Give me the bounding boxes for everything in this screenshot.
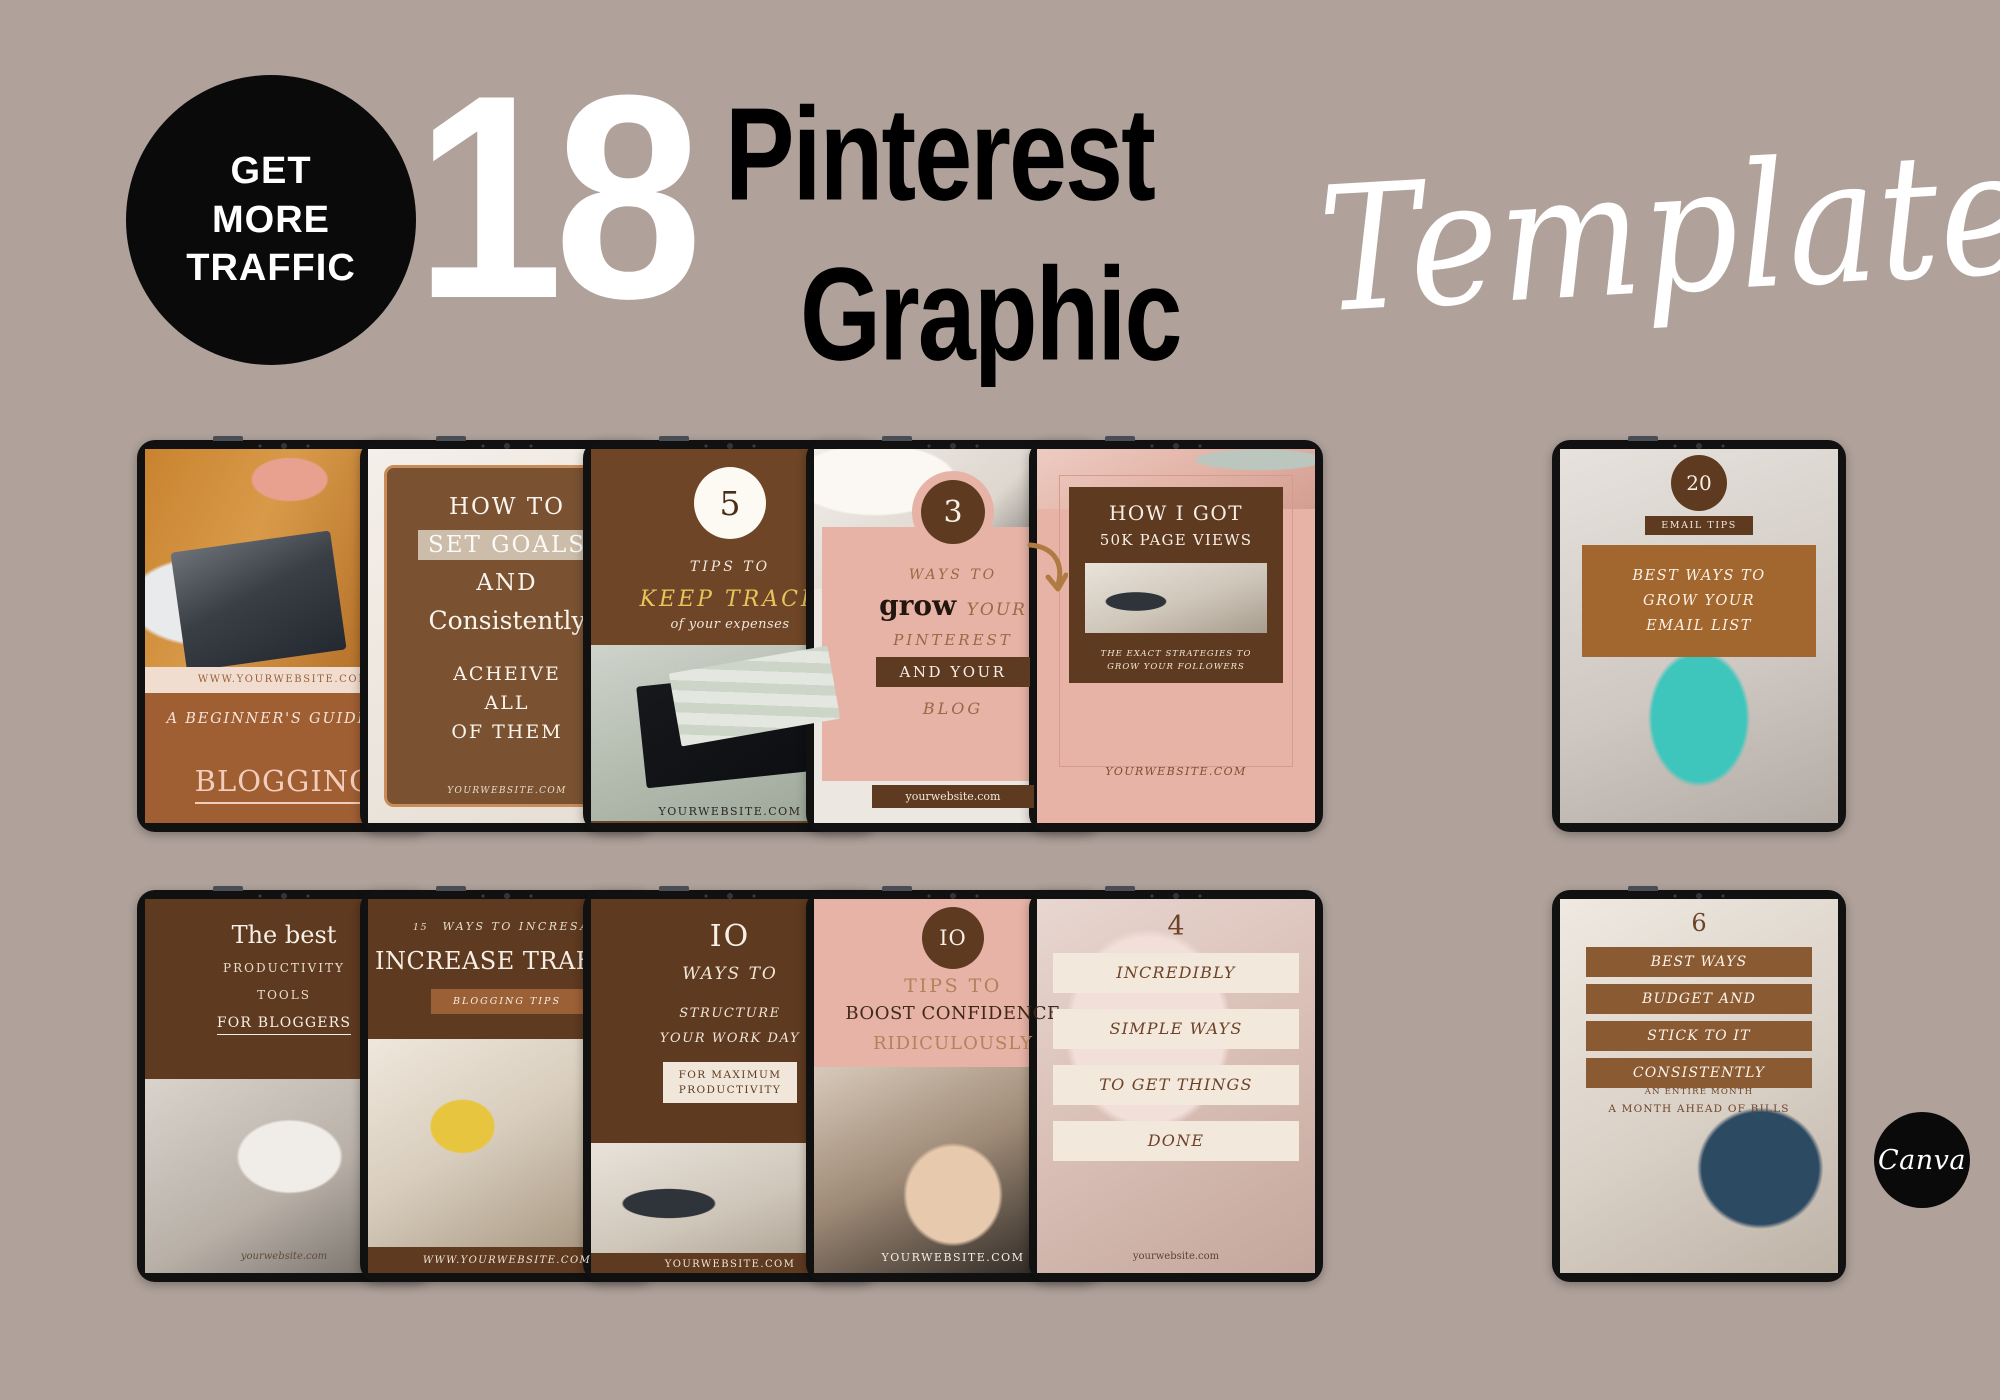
template-row-1: WWW.YOURWEBSITE.COM A BEGINNER'S GUIDE T… bbox=[0, 436, 2000, 840]
brown-panel: HOW I GOT 50K PAGE VIEWS THE EXACT STRAT… bbox=[1069, 487, 1283, 683]
bar-item: BUDGET AND bbox=[1586, 984, 1812, 1014]
line-ridiculously: RIDICULOUSLY bbox=[872, 1033, 1034, 1054]
photo-laptop bbox=[1085, 563, 1267, 633]
get-more-traffic-badge: GET MORE TRAFFIC bbox=[126, 75, 416, 365]
badge-line-1: GET bbox=[230, 150, 312, 193]
line-tips-to: TIPS TO bbox=[904, 975, 1002, 997]
line-50k-page-views: 50K PAGE VIEWS bbox=[1099, 531, 1253, 549]
eyebrow-text: WAYS TO INCRESAE bbox=[442, 920, 602, 933]
number-value: IO bbox=[939, 926, 967, 950]
bars-list: BEST WAYS BUDGET AND STICK TO IT CONSIST… bbox=[1586, 947, 1812, 1088]
bar-item: INCREDIBLY bbox=[1053, 953, 1299, 993]
orange-panel: BEST WAYS TO GROW YOUR EMAIL LIST bbox=[1582, 545, 1816, 657]
number-value: 3 bbox=[943, 494, 963, 530]
bar-label: BUDGET AND bbox=[1641, 991, 1757, 1007]
number-circle: 5 bbox=[694, 467, 766, 539]
badge-line-3: TRAFFIC bbox=[186, 247, 356, 290]
tablet-budget-stick-to-it[interactable]: 6 BEST WAYS BUDGET AND STICK TO IT CONSI… bbox=[1552, 886, 1846, 1282]
word-grow: grow bbox=[879, 589, 957, 622]
tablet-get-things-done[interactable]: 4 INCREDIBLY SIMPLE WAYS TO GET THINGS D… bbox=[1029, 886, 1323, 1282]
headline-underlined: BLOGGING bbox=[194, 764, 374, 804]
line-how-i-got: HOW I GOT bbox=[1108, 501, 1244, 525]
bar-label: CONSISTENTLY bbox=[1632, 1065, 1766, 1081]
tag-line-1: FOR MAXIMUM bbox=[678, 1069, 782, 1081]
bar-label: INCREDIBLY bbox=[1116, 963, 1236, 982]
badge-line-2: MORE bbox=[212, 198, 330, 241]
line-blog: BLOG bbox=[922, 699, 984, 718]
number-circle: 20 bbox=[1671, 455, 1727, 511]
eyebrow-number: 15 bbox=[412, 922, 428, 933]
bar-item: BEST WAYS bbox=[1586, 947, 1812, 977]
bars-list: INCREDIBLY SIMPLE WAYS TO GET THINGS DON… bbox=[1053, 953, 1299, 1161]
tablet-grow-email-list[interactable]: 20 EMAIL TIPS BEST WAYS TO GROW YOUR EMA… bbox=[1552, 436, 1846, 832]
line-and-your-wrap: AND YOUR bbox=[814, 657, 1092, 687]
line-boost-confidence: BOOST CONFIDENCE bbox=[845, 1003, 1061, 1024]
footer-url: yourwebsite.com bbox=[871, 785, 1035, 808]
bar-item: STICK TO IT bbox=[1586, 1021, 1812, 1051]
template-grid: WWW.YOURWEBSITE.COM A BEGINNER'S GUIDE T… bbox=[0, 436, 2000, 1290]
footer-url-wrap: yourwebsite.com bbox=[814, 785, 1092, 808]
footer-url: YOURWEBSITE.COM bbox=[1105, 765, 1247, 778]
line-set-goals: SET GOALS bbox=[417, 530, 597, 560]
line-strategies-1: THE EXACT STRATEGIES TO bbox=[1100, 649, 1252, 659]
template-row-2: The best PRODUCTIVITY TOOLS FOR BLOGGERS… bbox=[0, 886, 2000, 1290]
bar-item: CONSISTENTLY bbox=[1586, 1058, 1812, 1088]
line-strategies-2: GROW YOUR FOLLOWERS bbox=[1107, 662, 1245, 672]
sub-line-2: A MONTH AHEAD OF BILLS bbox=[1608, 1103, 1790, 1115]
number-value: 4 bbox=[1167, 911, 1185, 942]
number-value: 20 bbox=[1686, 471, 1712, 495]
title-script-templates: Templates bbox=[1314, 108, 2000, 352]
canva-label: Canva bbox=[1878, 1144, 1966, 1176]
line-ways-to: WAYS TO bbox=[908, 567, 998, 583]
tag-email-tips: EMAIL TIPS bbox=[1645, 516, 1753, 535]
sub-line-1: AN ENTIRE MONTH bbox=[1644, 1087, 1754, 1097]
line-grow-your: grow YOUR bbox=[814, 589, 1092, 622]
line-pinterest: PINTEREST bbox=[893, 631, 1013, 649]
tag-blogging-tips: BLOGGING TIPS bbox=[431, 989, 583, 1014]
tag-box: FOR MAXIMUM PRODUCTIVITY bbox=[662, 1062, 798, 1104]
number-value: 5 bbox=[719, 483, 741, 523]
bar-item: SIMPLE WAYS bbox=[1053, 1009, 1299, 1049]
page-header: GET MORE TRAFFIC 18 Pinterest Graphic Te… bbox=[0, 0, 2000, 420]
bar-item: DONE bbox=[1053, 1121, 1299, 1161]
bar-label: BEST WAYS bbox=[1650, 954, 1748, 970]
line-grow-your: GROW YOUR bbox=[1643, 593, 1755, 609]
number-value: 6 bbox=[1691, 909, 1707, 937]
line-for-bloggers: FOR BLOGGERS bbox=[216, 1015, 352, 1035]
bar-item: TO GET THINGS bbox=[1053, 1065, 1299, 1105]
template-count: 18 bbox=[415, 35, 703, 359]
number-circle: IO bbox=[922, 907, 984, 969]
line-best-ways-to: BEST WAYS TO bbox=[1632, 568, 1766, 584]
line-email-list: EMAIL LIST bbox=[1646, 618, 1752, 634]
footer-url: yourwebsite.com bbox=[1132, 1251, 1220, 1262]
number-circle-outer: 3 bbox=[912, 471, 994, 553]
tag-line-2: PRODUCTIVITY bbox=[678, 1083, 782, 1096]
bar-label: TO GET THINGS bbox=[1099, 1075, 1253, 1094]
canva-logo-badge: Canva bbox=[1874, 1112, 1970, 1208]
bar-label: SIMPLE WAYS bbox=[1109, 1019, 1243, 1038]
title-line-graphic: Graphic bbox=[800, 240, 1182, 388]
word-your: YOUR bbox=[966, 600, 1027, 620]
tag-wrap: EMAIL TIPS bbox=[1560, 515, 1838, 535]
bar-label: DONE bbox=[1147, 1131, 1205, 1150]
bar-label: STICK TO IT bbox=[1647, 1028, 1751, 1044]
number-circle-inner: 3 bbox=[921, 480, 985, 544]
line-and-your: AND YOUR bbox=[875, 657, 1031, 687]
title-line-pinterest: Pinterest bbox=[725, 80, 1156, 228]
